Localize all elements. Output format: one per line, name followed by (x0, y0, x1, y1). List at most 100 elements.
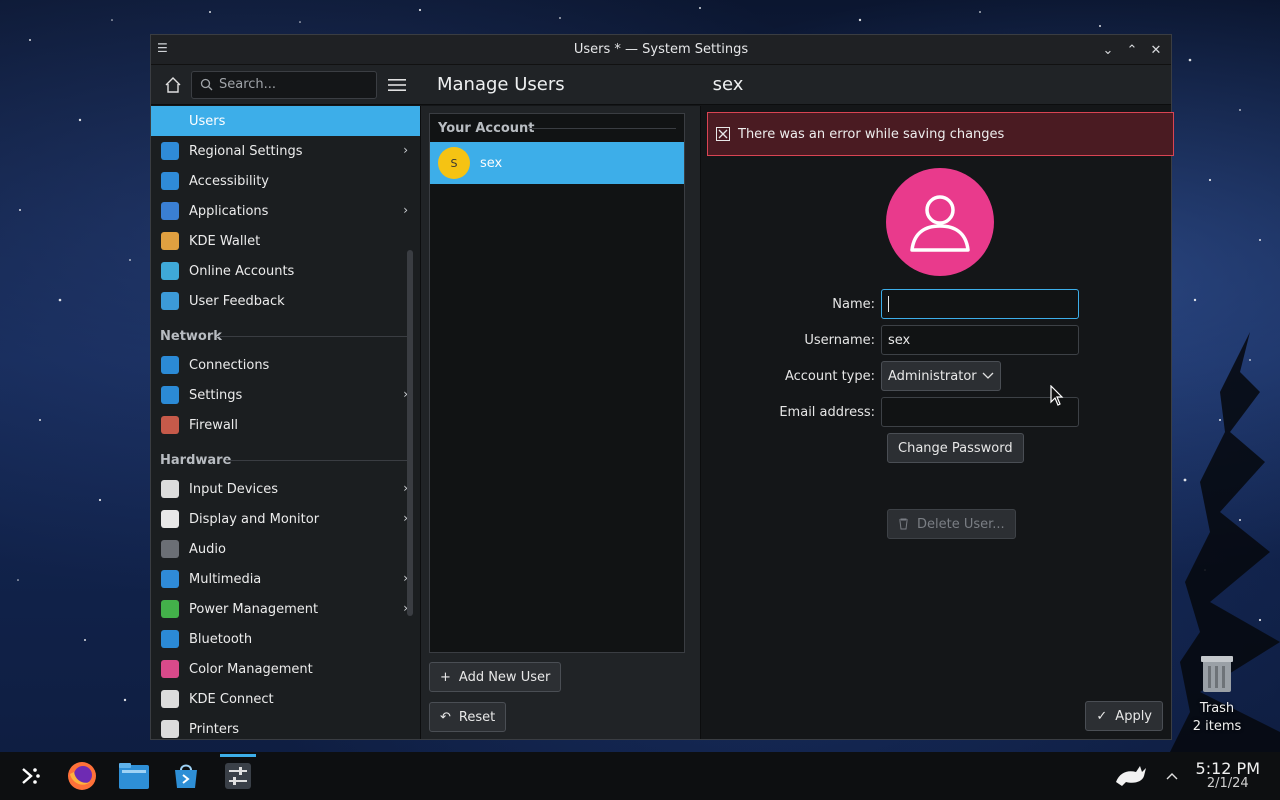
speaker-icon (161, 540, 179, 558)
avatar: S (438, 147, 470, 179)
system-settings-window: ☰ Users * — System Settings ⌄ ⌃ ✕ Manage… (150, 34, 1174, 740)
reset-button[interactable]: ↶ Reset (429, 702, 507, 732)
error-close-icon[interactable] (716, 127, 730, 141)
checkmark-icon: ✓ (1096, 708, 1108, 724)
sidebar-item-connections[interactable]: Connections (151, 350, 420, 380)
undo-icon: ↶ (440, 709, 451, 725)
app-launcher-icon[interactable] (8, 754, 52, 798)
sidebar-item-applications[interactable]: Applications › (151, 196, 420, 226)
name-row: Name: (701, 289, 1079, 319)
search-input[interactable] (219, 77, 369, 92)
clock[interactable]: 5:12 PM 2/1/24 (1196, 761, 1260, 792)
username-field[interactable]: sex (881, 325, 1079, 355)
sidebar-section-network: Network (151, 316, 420, 350)
sidebar-item-label: Display and Monitor (189, 511, 320, 527)
tray-expand-icon[interactable] (1166, 769, 1178, 784)
chevron-right-icon: › (403, 203, 408, 217)
sidebar-item-label: Connections (189, 357, 270, 373)
sidebar-item-label: User Feedback (189, 293, 285, 309)
firefox-icon[interactable] (60, 754, 104, 798)
trash-count: 2 items (1192, 719, 1242, 734)
sidebar-item-user-feedback[interactable]: User Feedback (151, 286, 420, 316)
sidebar-item-label: Power Management (189, 601, 319, 617)
clock-date: 2/1/24 (1206, 776, 1249, 791)
sidebar-item-label: Input Devices (189, 481, 279, 497)
system-settings-task-icon[interactable] (216, 754, 260, 798)
close-icon[interactable]: ✕ (1147, 39, 1165, 61)
sidebar-item-regional-settings[interactable]: Regional Settings › (151, 136, 420, 166)
sidebar-scrollbar[interactable] (407, 250, 413, 616)
bluetooth-icon (161, 630, 179, 648)
sidebar-item-users[interactable]: Users (151, 106, 420, 136)
sidebar-item-bluetooth[interactable]: Bluetooth (151, 624, 420, 654)
accessibility-icon (161, 172, 179, 190)
page-title: Manage Users (437, 74, 565, 95)
user-avatar-icon (910, 195, 970, 252)
settings-header: Manage Users sex (151, 65, 1171, 105)
users-icon (161, 112, 179, 130)
reset-label: Reset (458, 709, 496, 725)
feedback-icon (161, 292, 179, 310)
sidebar-item-color-management[interactable]: Color Management (151, 654, 420, 684)
apply-button[interactable]: ✓ Apply (1085, 701, 1163, 731)
minimize-icon[interactable]: ⌄ (1099, 39, 1117, 61)
hamburger-menu-icon[interactable] (383, 71, 411, 99)
mouse-cursor-icon (1050, 385, 1064, 406)
delete-user-button[interactable]: Delete User... (887, 509, 1016, 539)
plus-icon: + (440, 669, 451, 685)
change-password-button[interactable]: Change Password (887, 433, 1024, 463)
sidebar-item-kde-connect[interactable]: KDE Connect (151, 684, 420, 714)
mouse-icon (161, 480, 179, 498)
desktop-trash[interactable]: Trash 2 items (1190, 654, 1244, 736)
sidebar-item-settings[interactable]: Settings › (151, 380, 420, 410)
account-type-select[interactable]: Administrator (881, 361, 1001, 391)
text-cursor (888, 296, 889, 312)
username-row: Username: sex (701, 325, 1079, 355)
cat-tray-icon[interactable] (1114, 762, 1148, 790)
sidebar-item-label: Online Accounts (189, 263, 295, 279)
discover-store-icon[interactable] (164, 754, 208, 798)
sidebar-item-firewall[interactable]: Firewall (151, 410, 420, 440)
sidebar-item-audio[interactable]: Audio (151, 534, 420, 564)
sidebar-item-label: KDE Connect (189, 691, 274, 707)
user-avatar-button[interactable] (886, 168, 994, 276)
sidebar-item-online-accounts[interactable]: Online Accounts (151, 256, 420, 286)
error-message: There was an error while saving changes (738, 126, 1005, 142)
selected-user-title: sex (712, 74, 744, 95)
sidebar-item-multimedia[interactable]: Multimedia › (151, 564, 420, 594)
printer-icon (161, 720, 179, 738)
sidebar-item-display-and-monitor[interactable]: Display and Monitor › (151, 504, 420, 534)
sidebar-item-input-devices[interactable]: Input Devices › (151, 474, 420, 504)
sidebar-item-printers[interactable]: Printers (151, 714, 420, 739)
home-icon[interactable] (159, 71, 187, 99)
multimedia-icon (161, 570, 179, 588)
sidebar-item-label: Bluetooth (189, 631, 253, 647)
maximize-icon[interactable]: ⌃ (1123, 39, 1141, 61)
trash-icon (1201, 656, 1233, 692)
window-titlebar[interactable]: ☰ Users * — System Settings ⌄ ⌃ ✕ (151, 35, 1171, 65)
username-label: Username: (804, 332, 875, 348)
applications-icon (161, 202, 179, 220)
sidebar-item-label: Users (189, 113, 226, 129)
user-list: Your Account S sex (429, 113, 685, 653)
sidebar-item-kde-wallet[interactable]: KDE Wallet (151, 226, 420, 256)
window-menu-icon[interactable]: ☰ (157, 41, 175, 59)
email-row: Email address: (701, 397, 1079, 427)
add-new-user-button[interactable]: + Add New User (429, 662, 562, 692)
sidebar-item-label: Multimedia (189, 571, 262, 587)
email-label: Email address: (779, 404, 875, 420)
color-wheel-icon (161, 660, 179, 678)
globe-settings-icon (161, 386, 179, 404)
sidebar-item-power-management[interactable]: Power Management › (151, 594, 420, 624)
name-field[interactable] (881, 289, 1079, 319)
search-box[interactable] (191, 70, 377, 99)
file-manager-icon[interactable] (112, 754, 156, 798)
apply-label: Apply (1115, 708, 1152, 724)
sidebar-item-label: Audio (189, 541, 226, 557)
chevron-down-icon (982, 372, 994, 379)
user-list-item[interactable]: S sex (430, 142, 684, 184)
add-new-user-label: Add New User (458, 669, 551, 685)
sidebar-item-accessibility[interactable]: Accessibility (151, 166, 420, 196)
sidebar-item-label: Accessibility (189, 173, 269, 189)
window-title: Users * — System Settings (573, 42, 749, 57)
